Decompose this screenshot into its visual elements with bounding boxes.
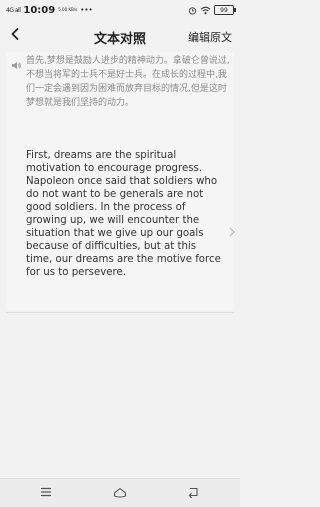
menu-icon[interactable] <box>39 485 53 499</box>
more-notifications: ••• <box>80 6 93 14</box>
system-nav-bar <box>0 478 240 507</box>
speaker-icon[interactable] <box>11 60 22 71</box>
translated-text: First, dreams are the spiritual motivati… <box>26 150 221 278</box>
battery-indicator: 99 <box>214 5 236 15</box>
app-header: 文本对照 编辑原文 <box>0 20 240 52</box>
edit-source-button[interactable]: 编辑原文 <box>188 29 232 45</box>
source-text: 首先,梦想是鼓励人进步的精神动力。拿破仑曾说过,不想当将军的士兵不是好士兵。在成… <box>26 56 230 108</box>
comparison-card: 首先,梦想是鼓励人进步的精神动力。拿破仑曾说过,不想当将军的士兵不是好士兵。在成… <box>6 52 236 310</box>
status-bar: 4G all 10:09 5.00 KB/s ••• 99 <box>0 0 240 20</box>
divider <box>6 312 234 313</box>
status-time: 10:09 <box>23 4 56 16</box>
back-nav-icon[interactable] <box>186 485 200 499</box>
chevron-right-icon[interactable] <box>228 227 236 237</box>
signal-indicator: 4G all <box>6 6 21 14</box>
alarm-icon <box>188 6 197 15</box>
network-speed: 5.00 KB/s <box>58 7 78 12</box>
wifi-icon <box>200 6 211 14</box>
home-icon[interactable] <box>113 485 127 499</box>
